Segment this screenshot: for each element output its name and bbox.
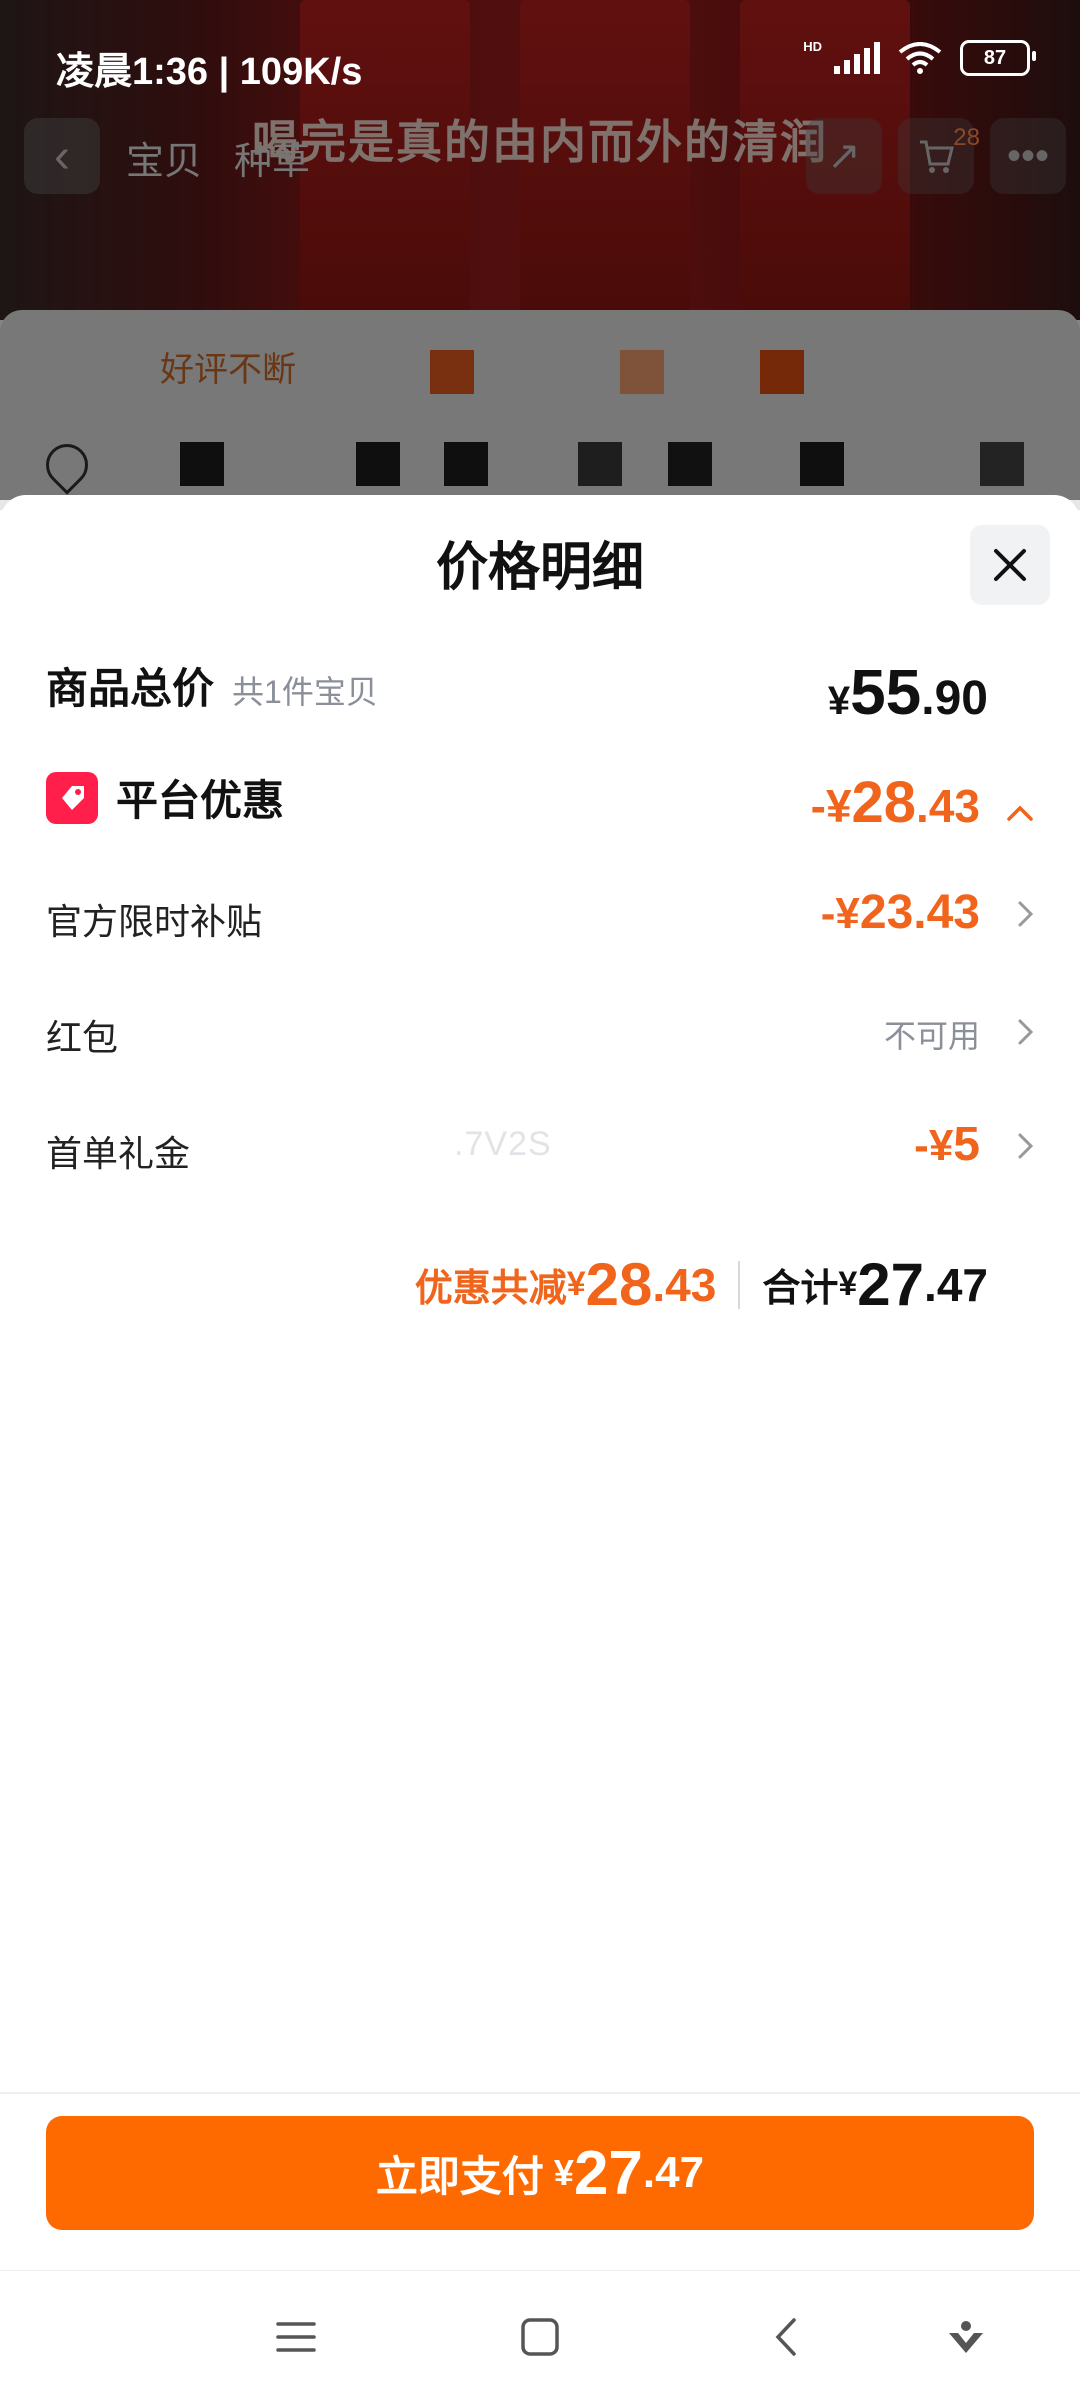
back-icon: ‹ (24, 118, 100, 194)
chevron-right-icon (994, 1013, 1034, 1055)
battery-level: 87 (983, 46, 1007, 69)
subsidy-row[interactable]: 官方限时补贴 -¥ 23 .43 (46, 886, 1034, 953)
subsidy-label: 官方限时补贴 (46, 901, 263, 942)
total-price-row: 商品总价 共1件宝贝 ¥ 55 .90 (46, 655, 1034, 728)
subsidy-value: -¥ 23 .43 (821, 885, 1034, 940)
system-nav-bar (0, 2270, 1080, 2401)
watermark-text: .7V2S (454, 1125, 552, 1163)
back-nav-icon[interactable] (756, 2307, 816, 2367)
first-order-row[interactable]: 首单礼金 .7V2S -¥ 5 (46, 1118, 1034, 1185)
item-count-label: 共1件宝贝 (232, 674, 378, 710)
grand-total-value: 27 (857, 1251, 925, 1318)
chevron-right-icon (994, 1127, 1034, 1169)
share-icon: ↗ (806, 118, 882, 194)
grand-total-label: 合计 (762, 1268, 839, 1310)
red-envelope-value: 不可用 (884, 1011, 1034, 1057)
chevron-up-icon (994, 789, 1034, 831)
tag-icon (46, 771, 98, 824)
wifi-icon (898, 42, 942, 74)
battery-icon: 87 (960, 40, 1036, 76)
sheet-title: 价格明细 (435, 539, 644, 597)
network-type: HD (803, 38, 822, 54)
discount-total-label: 优惠共减 (414, 1268, 567, 1310)
more-icon: ••• (990, 118, 1066, 194)
close-button[interactable] (970, 525, 1050, 605)
price-summary: 优惠共减 ¥ 28 .43 合计 ¥ 27 .47 (414, 1251, 988, 1318)
cart-badge: 28 (953, 124, 980, 151)
pay-bar: 立即支付 ¥ 27 .47 (0, 2092, 1080, 2270)
platform-discount-row[interactable]: 平台优惠 -¥ 28 .43 (46, 767, 1034, 837)
pay-amount: 27 (573, 2138, 643, 2208)
signal-icon (834, 42, 880, 74)
tab-grass: 种草 (234, 141, 311, 183)
product-top-nav: ‹ 宝贝 种草 ↗ 28 ••• (0, 118, 1080, 204)
cart-icon: 28 (898, 118, 980, 194)
total-price-label: 商品总价 (46, 665, 215, 712)
pay-now-button[interactable]: 立即支付 ¥ 27 .47 (46, 2116, 1034, 2230)
home-icon[interactable] (510, 2307, 570, 2367)
status-bar: 凌晨1:36 | 109K/s HD 87 (0, 0, 1080, 120)
red-envelope-label: 红包 (46, 1017, 119, 1058)
chevron-right-icon (994, 895, 1034, 937)
status-time: 凌晨1:36 | 109K/s (56, 51, 363, 93)
discount-total-value: 28 (585, 1251, 653, 1318)
menu-icon[interactable] (266, 2307, 326, 2367)
close-icon (994, 549, 1026, 581)
first-order-value: -¥ 5 (914, 1117, 1034, 1172)
total-price-value: ¥ 55 .90 (827, 656, 988, 728)
summary-divider (738, 1260, 741, 1309)
first-order-label: 首单礼金 (46, 1133, 191, 1174)
tab-baby: 宝贝 (126, 141, 203, 183)
platform-discount-label: 平台优惠 (116, 777, 285, 824)
platform-discount-value: -¥ 28 .43 (811, 769, 1034, 836)
assistant-icon[interactable] (936, 2307, 996, 2367)
pay-now-label: 立即支付 (375, 2152, 544, 2200)
red-envelope-row[interactable]: 红包 不可用 (46, 1009, 1034, 1069)
